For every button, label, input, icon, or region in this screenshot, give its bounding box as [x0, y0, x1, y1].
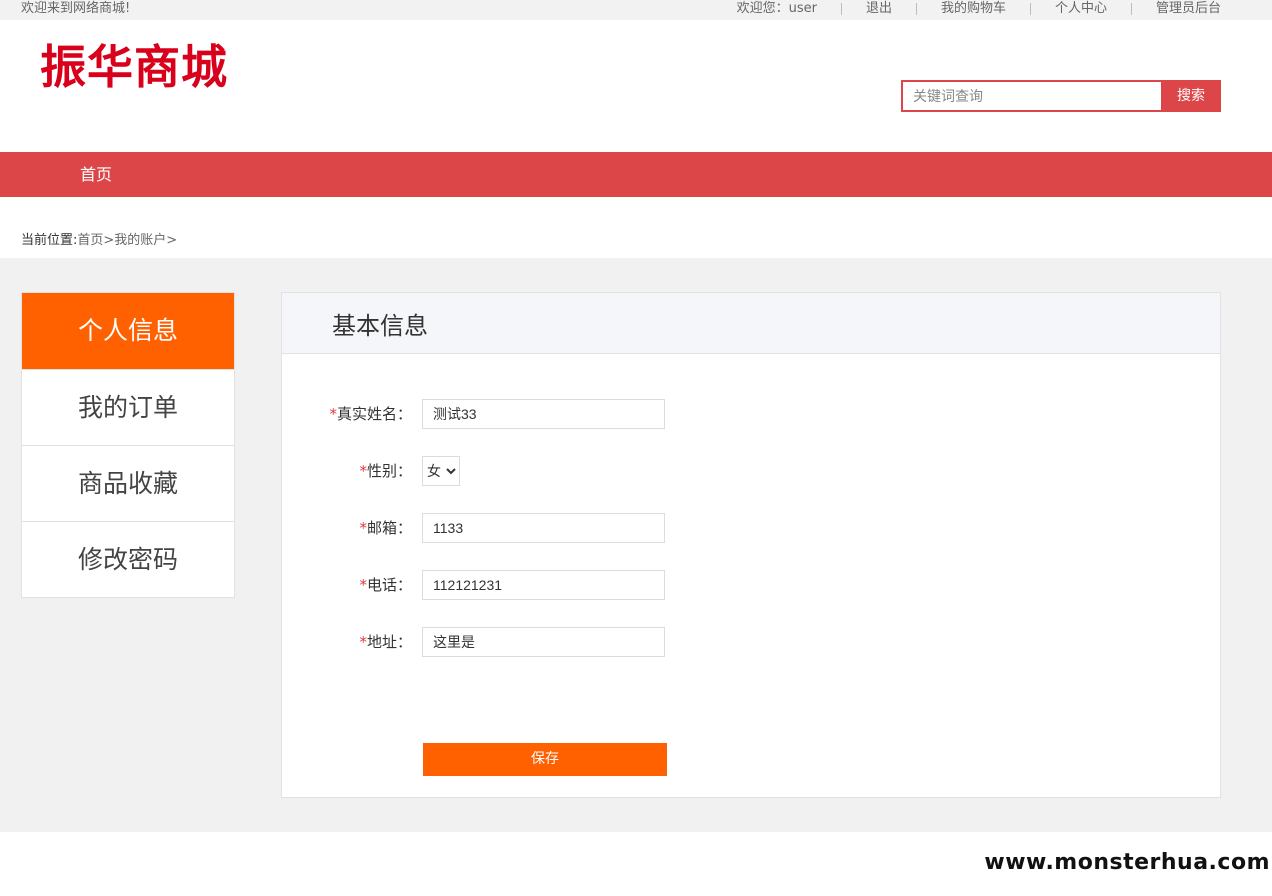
- save-button[interactable]: 保存: [423, 743, 667, 776]
- required-mark: *: [359, 462, 367, 480]
- site-logo[interactable]: 振华商城: [40, 39, 228, 95]
- address-label: *地址：: [359, 633, 412, 651]
- footer: www.monsterhua.com: [0, 832, 1272, 896]
- welcome-text: 欢迎来到网络商城!: [21, 1, 131, 16]
- sidebar-item-favorites[interactable]: 商品收藏: [22, 445, 234, 521]
- search-box: 搜索: [901, 80, 1221, 112]
- email-input[interactable]: [422, 513, 665, 543]
- nav-item-home[interactable]: 首页: [80, 152, 112, 197]
- gender-label: *性别：: [359, 462, 412, 480]
- email-row: *邮箱：: [282, 513, 982, 543]
- panel-title: 基本信息: [332, 312, 428, 340]
- watermark-text: www.monsterhua.com: [984, 850, 1270, 875]
- required-mark: *: [359, 633, 367, 651]
- required-mark: *: [329, 405, 337, 423]
- phone-row: *电话：: [282, 570, 982, 600]
- logout-link[interactable]: 退出: [840, 2, 916, 15]
- breadcrumb-label: 当前位置:: [21, 233, 78, 248]
- user-greeting: 欢迎您：user: [736, 1, 817, 16]
- email-label: *邮箱：: [359, 519, 412, 537]
- name-row: *真实姓名：: [282, 399, 982, 429]
- gender-select[interactable]: 女: [422, 456, 460, 486]
- user-center-link[interactable]: 个人中心: [1029, 2, 1131, 15]
- address-row: *地址：: [282, 627, 982, 657]
- header: 振华商城 搜索: [0, 20, 1272, 152]
- account-sidebar: 个人信息 我的订单 商品收藏 修改密码: [21, 292, 235, 598]
- cart-link[interactable]: 我的购物车: [915, 2, 1030, 15]
- phone-label: *电话：: [359, 576, 412, 594]
- phone-input[interactable]: [422, 570, 665, 600]
- sidebar-item-change-password[interactable]: 修改密码: [22, 521, 234, 597]
- main-nav: 首页: [0, 152, 1272, 197]
- top-bar: 欢迎来到网络商城! 欢迎您：user 退出 我的购物车 个人中心 管理员后台: [0, 0, 1272, 20]
- name-label: *真实姓名：: [329, 405, 412, 423]
- search-input[interactable]: [901, 80, 1161, 112]
- admin-link[interactable]: 管理员后台: [1130, 2, 1221, 15]
- main-area: 个人信息 我的订单 商品收藏 修改密码 基本信息 *真实姓名： *性别： 女 *…: [0, 258, 1272, 832]
- required-mark: *: [359, 519, 367, 537]
- required-mark: *: [359, 576, 367, 594]
- top-links: 欢迎您：user 退出 我的购物车 个人中心 管理员后台: [713, 0, 1221, 15]
- panel-header: 基本信息: [282, 293, 1220, 354]
- profile-panel: 基本信息 *真实姓名： *性别： 女 *邮箱： *电话： *地址： 保存: [281, 292, 1221, 798]
- gender-row: *性别： 女: [282, 456, 982, 486]
- real-name-input[interactable]: [422, 399, 665, 429]
- address-input[interactable]: [422, 627, 665, 657]
- sidebar-item-profile[interactable]: 个人信息: [22, 293, 234, 369]
- breadcrumb-path[interactable]: 首页>我的账户>: [77, 233, 177, 248]
- breadcrumb: 当前位置:首页>我的账户>: [21, 229, 177, 248]
- search-button[interactable]: 搜索: [1161, 80, 1221, 112]
- sidebar-item-orders[interactable]: 我的订单: [22, 369, 234, 445]
